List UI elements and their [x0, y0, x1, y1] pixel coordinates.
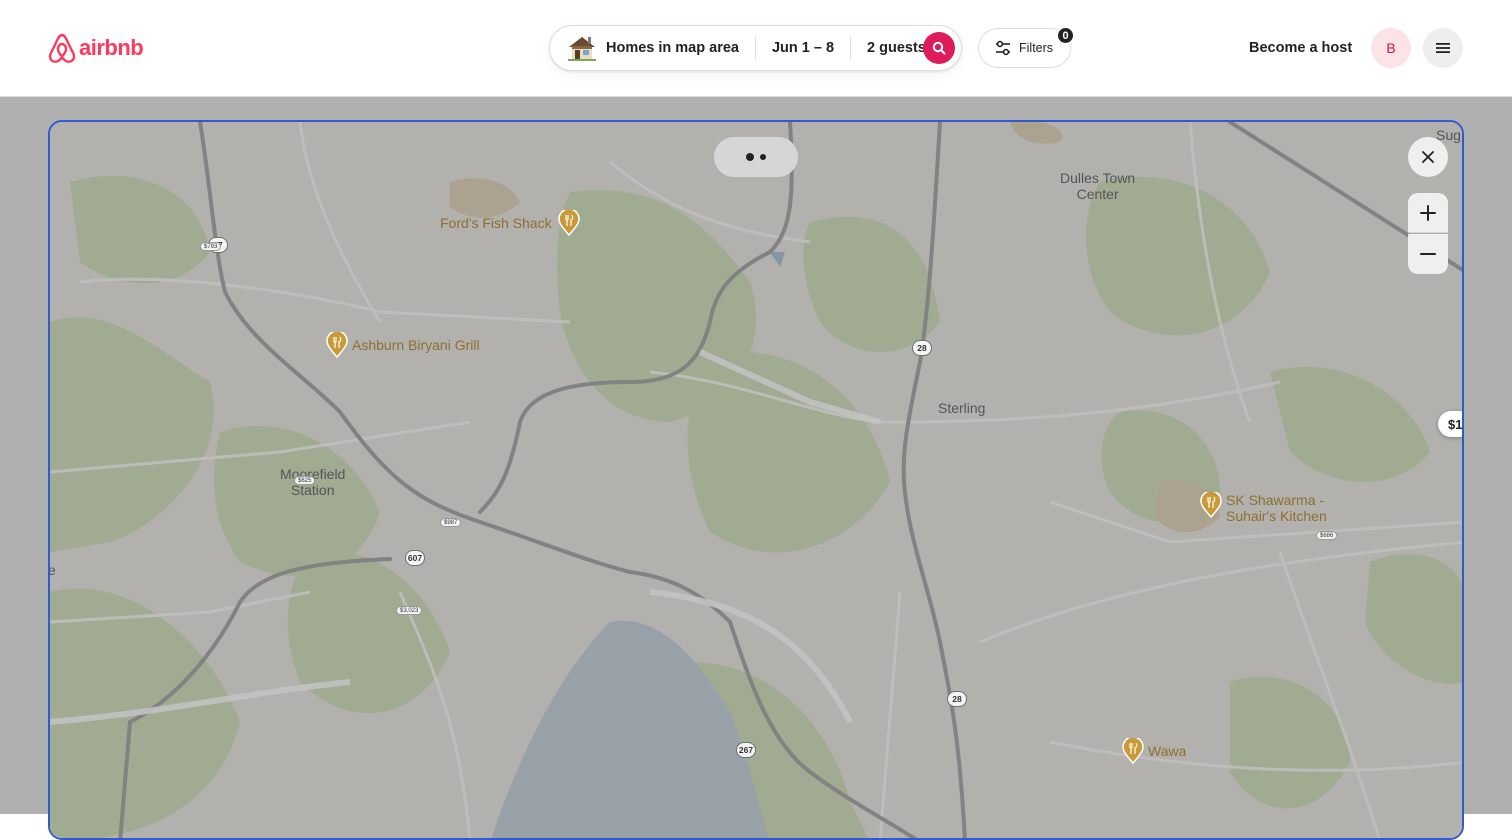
- airbnb-logo-icon: [48, 33, 76, 63]
- become-host-link[interactable]: Become a host: [1237, 30, 1364, 66]
- loading-dot: [746, 153, 754, 161]
- price-marker[interactable]: $625: [294, 476, 316, 485]
- fork-knife-icon: [557, 210, 580, 236]
- search-button[interactable]: [923, 32, 955, 64]
- map-loading-indicator: [714, 137, 798, 177]
- poi-label: Ford's Fish Shack: [440, 215, 552, 231]
- place-label-edge-left: e: [48, 562, 56, 578]
- sliders-icon: [996, 40, 1010, 56]
- poi-label: Ashburn Biryani Grill: [352, 337, 480, 353]
- zoom-in-button[interactable]: [1408, 193, 1448, 233]
- map-view[interactable]: Dulles Town Center Sterling Moorefield S…: [48, 120, 1464, 840]
- price-marker[interactable]: $793: [200, 242, 222, 251]
- plus-icon: [1420, 204, 1436, 221]
- avatar-initial: B: [1386, 40, 1396, 56]
- price-marker[interactable]: $3,023: [396, 606, 423, 615]
- route-shield: 607: [405, 550, 425, 566]
- dates-label: Jun 1 – 8: [771, 40, 835, 56]
- route-shield: 28: [947, 691, 967, 707]
- price-marker[interactable]: $686: [1316, 531, 1338, 540]
- map-canvas[interactable]: [50, 122, 1464, 840]
- main-menu-button[interactable]: [1423, 28, 1463, 68]
- minus-icon: [1420, 253, 1436, 255]
- zoom-out-button[interactable]: [1408, 234, 1448, 274]
- close-map-button[interactable]: [1408, 137, 1448, 177]
- fork-knife-icon: [1200, 492, 1222, 518]
- house-icon: [568, 37, 596, 61]
- route-shield: 28: [912, 340, 932, 356]
- poi-wawa[interactable]: Wawa: [1122, 738, 1186, 764]
- loading-dot: [760, 154, 766, 160]
- dates-segment[interactable]: Jun 1 – 8: [756, 26, 850, 70]
- airbnb-logo[interactable]: airbnb: [47, 31, 144, 65]
- poi-label: Wawa: [1148, 743, 1187, 759]
- place-label-sterling: Sterling: [938, 400, 986, 416]
- poi-label: SK Shawarma - Suhair's Kitchen: [1226, 492, 1327, 524]
- close-icon: [1422, 151, 1434, 163]
- magnifier-icon: [932, 41, 946, 55]
- avatar[interactable]: B: [1371, 28, 1411, 68]
- fork-knife-icon: [1122, 738, 1144, 764]
- guests-label: 2 guests: [867, 40, 926, 56]
- hamburger-icon: [1436, 43, 1450, 53]
- top-header: airbnb Homes in map area Jun 1 – 8 2 gue…: [0, 0, 1512, 97]
- poi-sk-shawarma[interactable]: SK Shawarma - Suhair's Kitchen: [1200, 492, 1327, 524]
- area-search-segment[interactable]: Homes in map area: [550, 26, 755, 70]
- place-label-dulles-town-center: Dulles Town Center: [1060, 170, 1136, 202]
- brand-name: airbnb: [79, 35, 144, 60]
- poi-fords-fish-shack[interactable]: Ford's Fish Shack: [440, 210, 580, 236]
- price-marker-edge[interactable]: $1: [1438, 411, 1462, 437]
- route-shield: 267: [736, 742, 756, 758]
- filters-count-badge: 0: [1056, 26, 1075, 45]
- filters-label: Filters: [1019, 41, 1054, 55]
- search-bar[interactable]: Homes in map area Jun 1 – 8 2 guests: [549, 25, 962, 71]
- fork-knife-icon: [326, 332, 348, 358]
- price-marker[interactable]: $987: [440, 518, 462, 527]
- area-search-label: Homes in map area: [606, 40, 739, 56]
- poi-ashburn-biryani-grill[interactable]: Ashburn Biryani Grill: [326, 332, 480, 358]
